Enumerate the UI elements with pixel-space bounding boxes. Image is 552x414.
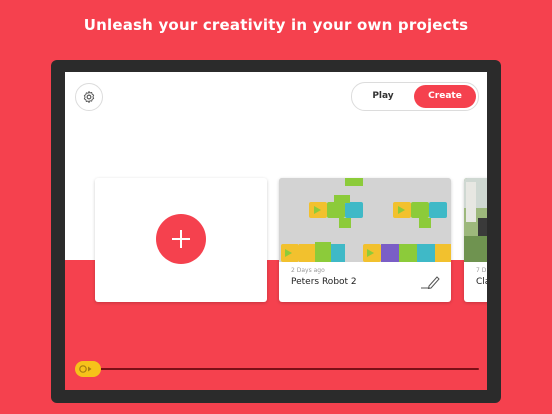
- project-thumbnail: [464, 178, 487, 262]
- settings-button[interactable]: [75, 83, 103, 111]
- plus-icon: [172, 230, 190, 248]
- project-title: Peters Robot 2: [291, 277, 357, 287]
- project-title: Cla: [476, 277, 487, 287]
- handle-icon: [79, 365, 92, 373]
- project-scroll-slider[interactable]: [75, 361, 479, 377]
- project-thumbnail: [279, 178, 451, 262]
- mode-toggle: Play Create: [351, 82, 479, 111]
- app-screen: Play Create 2 Days ago Peters Robot 2 7 …: [65, 72, 487, 390]
- new-project-button[interactable]: [156, 214, 206, 264]
- edit-project-button[interactable]: [419, 274, 441, 290]
- photo-thumbnail-image: [464, 178, 487, 262]
- tablet-frame: Play Create 2 Days ago Peters Robot 2 7 …: [51, 60, 501, 403]
- headline: Unleash your creativity in your own proj…: [83, 16, 469, 34]
- project-date: 2 Days ago: [291, 267, 325, 274]
- pencil-icon: [421, 276, 440, 290]
- project-card[interactable]: 2 Days ago Peters Robot 2: [279, 178, 451, 302]
- play-tab[interactable]: Play: [352, 83, 414, 110]
- project-date: 7 D: [476, 267, 487, 274]
- new-project-card[interactable]: [95, 178, 267, 302]
- slider-track[interactable]: [95, 368, 479, 370]
- slider-handle[interactable]: [75, 361, 101, 377]
- gear-icon: [83, 90, 95, 104]
- project-card[interactable]: 7 D Cla: [464, 178, 487, 302]
- code-blocks-image: [279, 178, 451, 262]
- create-tab[interactable]: Create: [414, 85, 476, 108]
